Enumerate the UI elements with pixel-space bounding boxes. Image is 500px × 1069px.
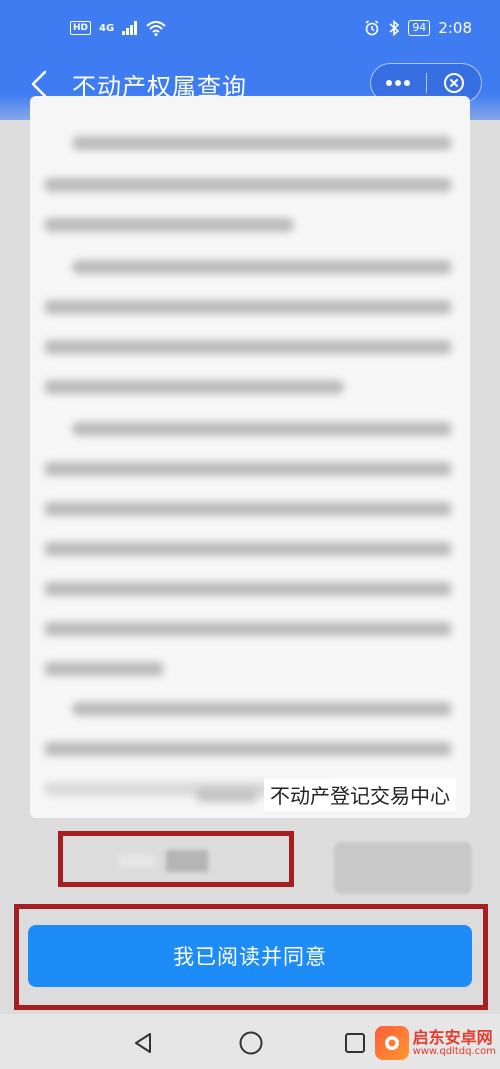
- hd-badge: HD: [70, 21, 92, 35]
- status-left: HD 4G: [70, 20, 166, 36]
- watermark-url: www.qdltdq.com: [412, 1046, 496, 1058]
- disabled-button[interactable]: [334, 842, 472, 894]
- blurred-text-line: [72, 422, 452, 436]
- blurred-text-line: [44, 178, 452, 192]
- blurred-text-line: [44, 742, 452, 756]
- blurred-text-line: [72, 702, 452, 716]
- nav-home-button[interactable]: [236, 1028, 266, 1058]
- chevron-left-icon: [31, 70, 47, 98]
- signal-icon: [122, 21, 138, 35]
- signature-text: 不动产登记交易中心: [264, 778, 456, 811]
- blurred-text-line: [44, 462, 452, 476]
- blurred-text-line: [44, 380, 344, 394]
- close-circle-icon: [443, 73, 464, 93]
- bluetooth-icon: [389, 20, 400, 36]
- square-recent-icon: [345, 1033, 365, 1053]
- blurred-text-line: [44, 218, 294, 232]
- watermark-text: 启东安卓网 www.qdltdq.com: [413, 1029, 496, 1058]
- blurred-text-line: [44, 300, 452, 314]
- alarm-icon: [365, 20, 379, 36]
- blurred-text-line: [44, 542, 452, 556]
- blurred-text-line: [44, 340, 452, 354]
- status-bar: HD 4G 94 2:08: [0, 0, 500, 56]
- agreement-document[interactable]: 不动产登记交易中心: [30, 96, 470, 818]
- site-watermark: 启东安卓网 www.qdltdq.com: [374, 1026, 496, 1060]
- agree-button[interactable]: 我已阅读并同意: [28, 925, 472, 987]
- blurred-text-line: [44, 502, 452, 516]
- circle-home-icon: [239, 1031, 263, 1055]
- watermark-title: 启东安卓网: [412, 1027, 493, 1047]
- blurred-text-line: [72, 260, 452, 274]
- triangle-back-icon: [135, 1033, 151, 1053]
- document-signature: 不动产登记交易中心: [196, 778, 456, 811]
- battery-indicator: 94: [408, 20, 431, 36]
- watermark-logo-icon: [374, 1026, 409, 1060]
- network-type: 4G: [99, 22, 115, 34]
- blurred-text-line: [44, 622, 452, 636]
- nav-recent-button[interactable]: [340, 1028, 370, 1058]
- wifi-icon: [146, 20, 166, 36]
- more-dots-icon: [386, 80, 411, 86]
- blurred-date: [196, 787, 258, 802]
- blurred-text-line: [44, 662, 164, 676]
- highlight-box-checkbox: [58, 831, 294, 887]
- blurred-text-line: [72, 136, 452, 150]
- clock: 2:08: [438, 19, 472, 37]
- nav-back-button[interactable]: [128, 1028, 158, 1058]
- blurred-text-line: [44, 582, 452, 596]
- status-right: 94 2:08: [364, 19, 472, 37]
